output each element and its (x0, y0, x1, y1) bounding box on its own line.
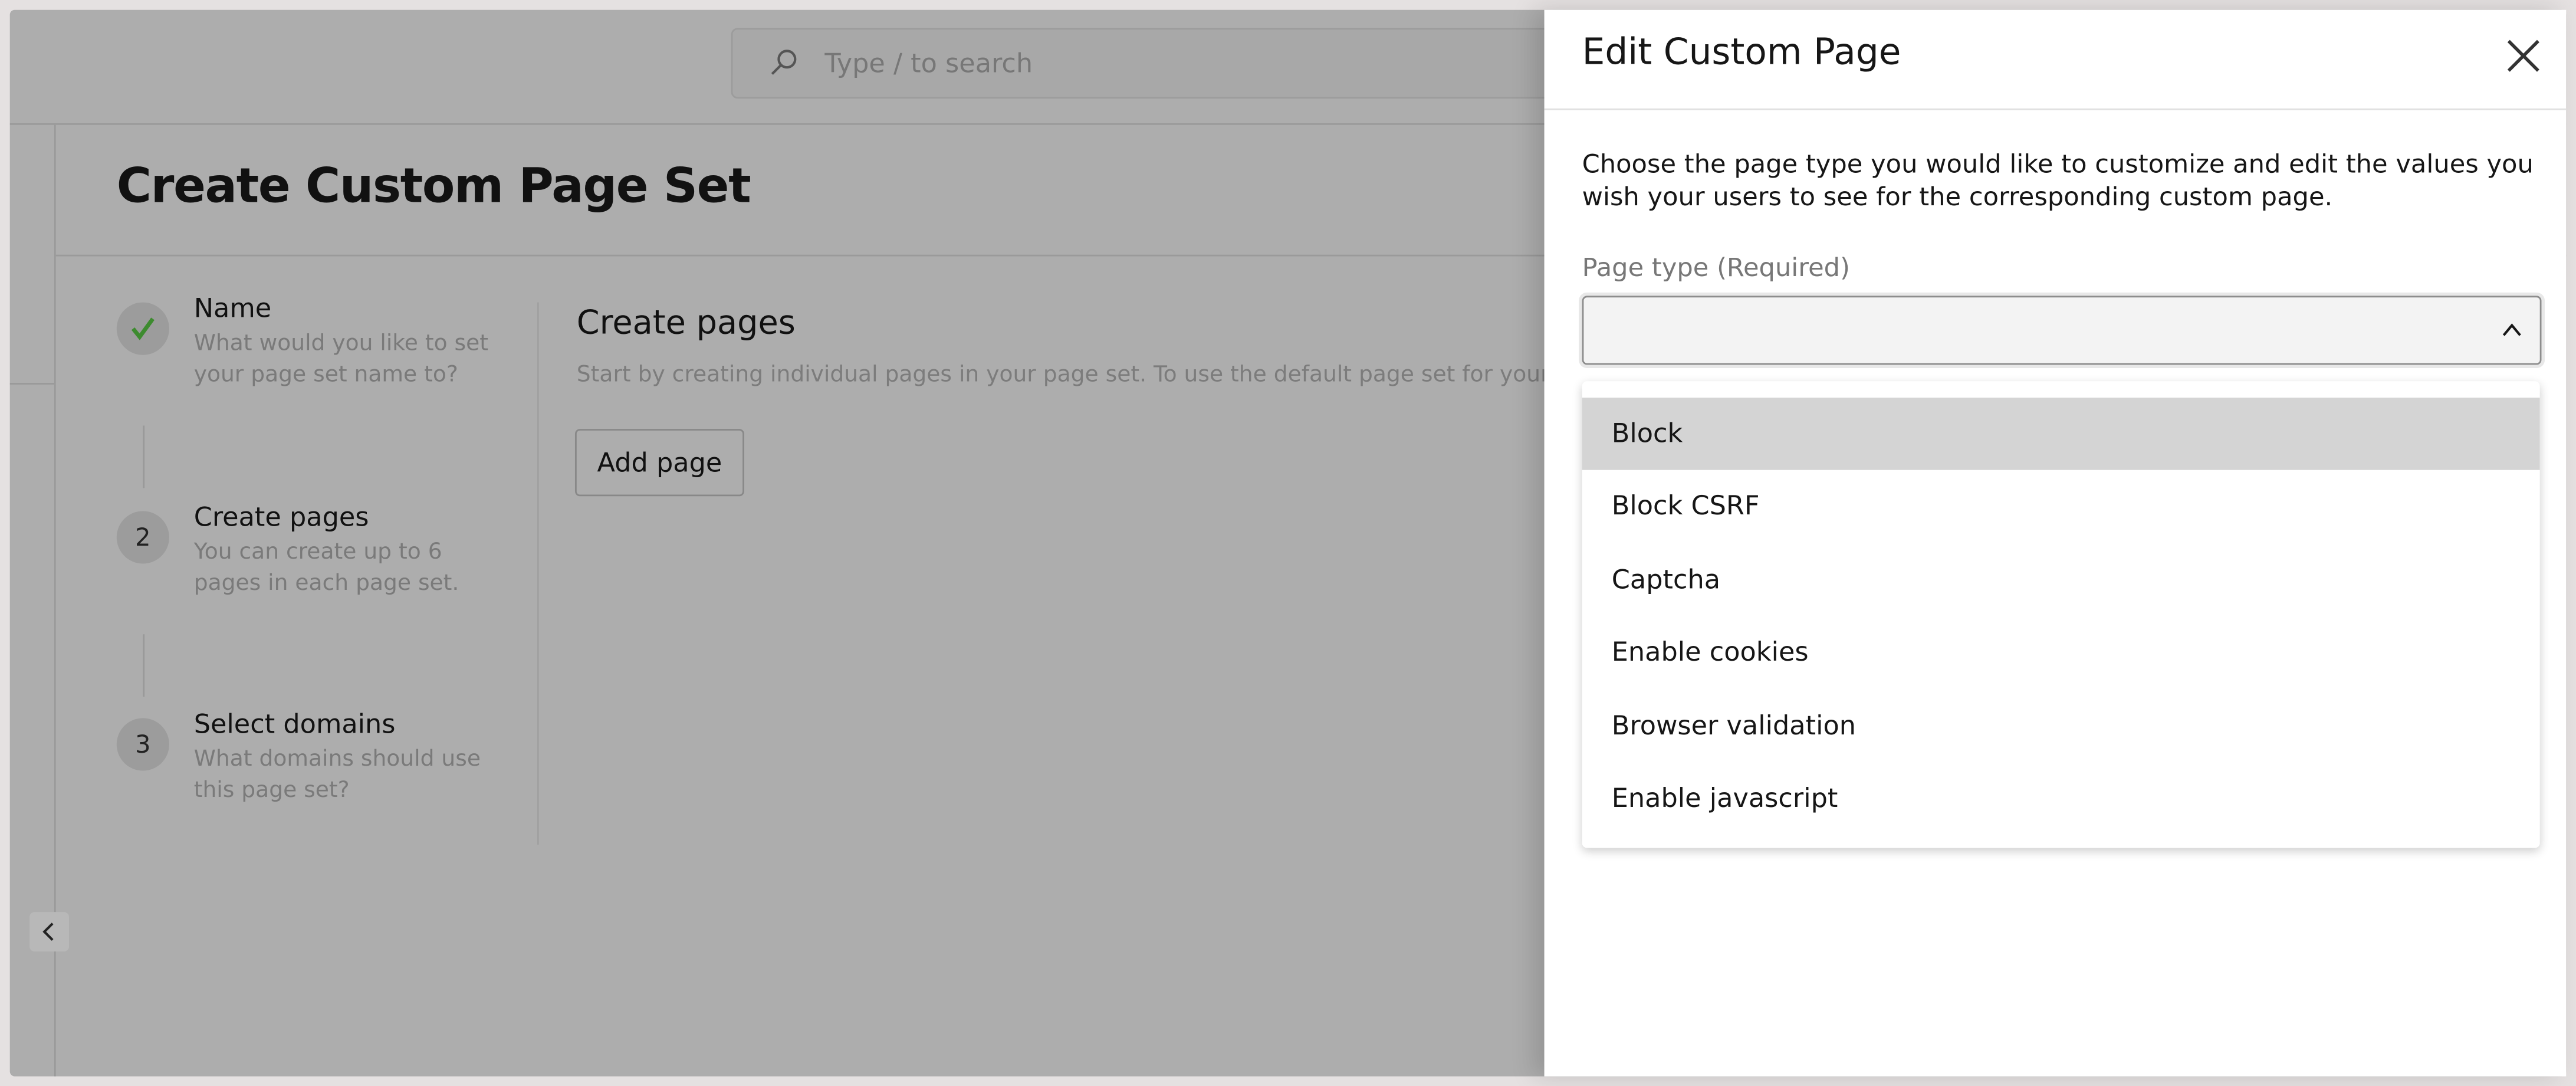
chevron-up-icon (2501, 319, 2524, 342)
add-page-button[interactable]: Add page (575, 429, 744, 496)
panel-description: Choose the page type you would like to c… (1582, 148, 2535, 214)
page-title: Create Custom Page Set (117, 158, 751, 214)
step-description: What domains should use this page set? (194, 744, 506, 807)
page-type-select[interactable] (1582, 296, 2542, 365)
option-captcha[interactable]: Captcha (1582, 544, 2540, 616)
option-enable-cookies[interactable]: Enable cookies (1582, 616, 2540, 689)
section-title: Create pages (577, 303, 796, 342)
step-complete-indicator (117, 303, 169, 355)
checkmark-icon (128, 314, 157, 343)
option-enable-javascript[interactable]: Enable javascript (1582, 763, 2540, 835)
step-description: What would you like to set your page set… (194, 329, 506, 391)
search-box[interactable]: Type / to search (731, 28, 1589, 99)
step-title: Create pages (194, 501, 369, 533)
edit-custom-page-panel: Edit Custom Page Choose the page type yo… (1545, 10, 2567, 1077)
chevron-left-icon (29, 912, 69, 952)
step-number: 3 (117, 718, 169, 770)
search-placeholder: Type / to search (824, 48, 1033, 79)
collapse-sidebar-button[interactable] (29, 912, 69, 952)
screen: Type / to search Create Custom Page Set … (0, 0, 2576, 1086)
option-block[interactable]: Block (1582, 398, 2540, 470)
rail-divider (10, 383, 54, 385)
step-description: You can create up to 6 pages in each pag… (194, 537, 506, 600)
step-number: 2 (117, 511, 169, 563)
page-type-label: Page type (Required) (1582, 253, 1850, 283)
close-icon[interactable] (2503, 36, 2543, 76)
section-description: Start by creating individual pages in yo… (577, 362, 1585, 388)
page-type-dropdown-menu: Block Block CSRF Captcha Enable cookies … (1582, 381, 2540, 848)
option-browser-validation[interactable]: Browser validation (1582, 690, 2540, 763)
step-connector (143, 425, 144, 488)
panel-header-divider (1545, 109, 2567, 110)
step-title: Select domains (194, 708, 396, 740)
step-connector (143, 634, 144, 697)
option-block-csrf[interactable]: Block CSRF (1582, 470, 2540, 543)
search-icon (769, 48, 799, 77)
panel-title: Edit Custom Page (1582, 33, 1901, 74)
steps-divider (537, 303, 539, 845)
step-title: Name (194, 293, 271, 324)
